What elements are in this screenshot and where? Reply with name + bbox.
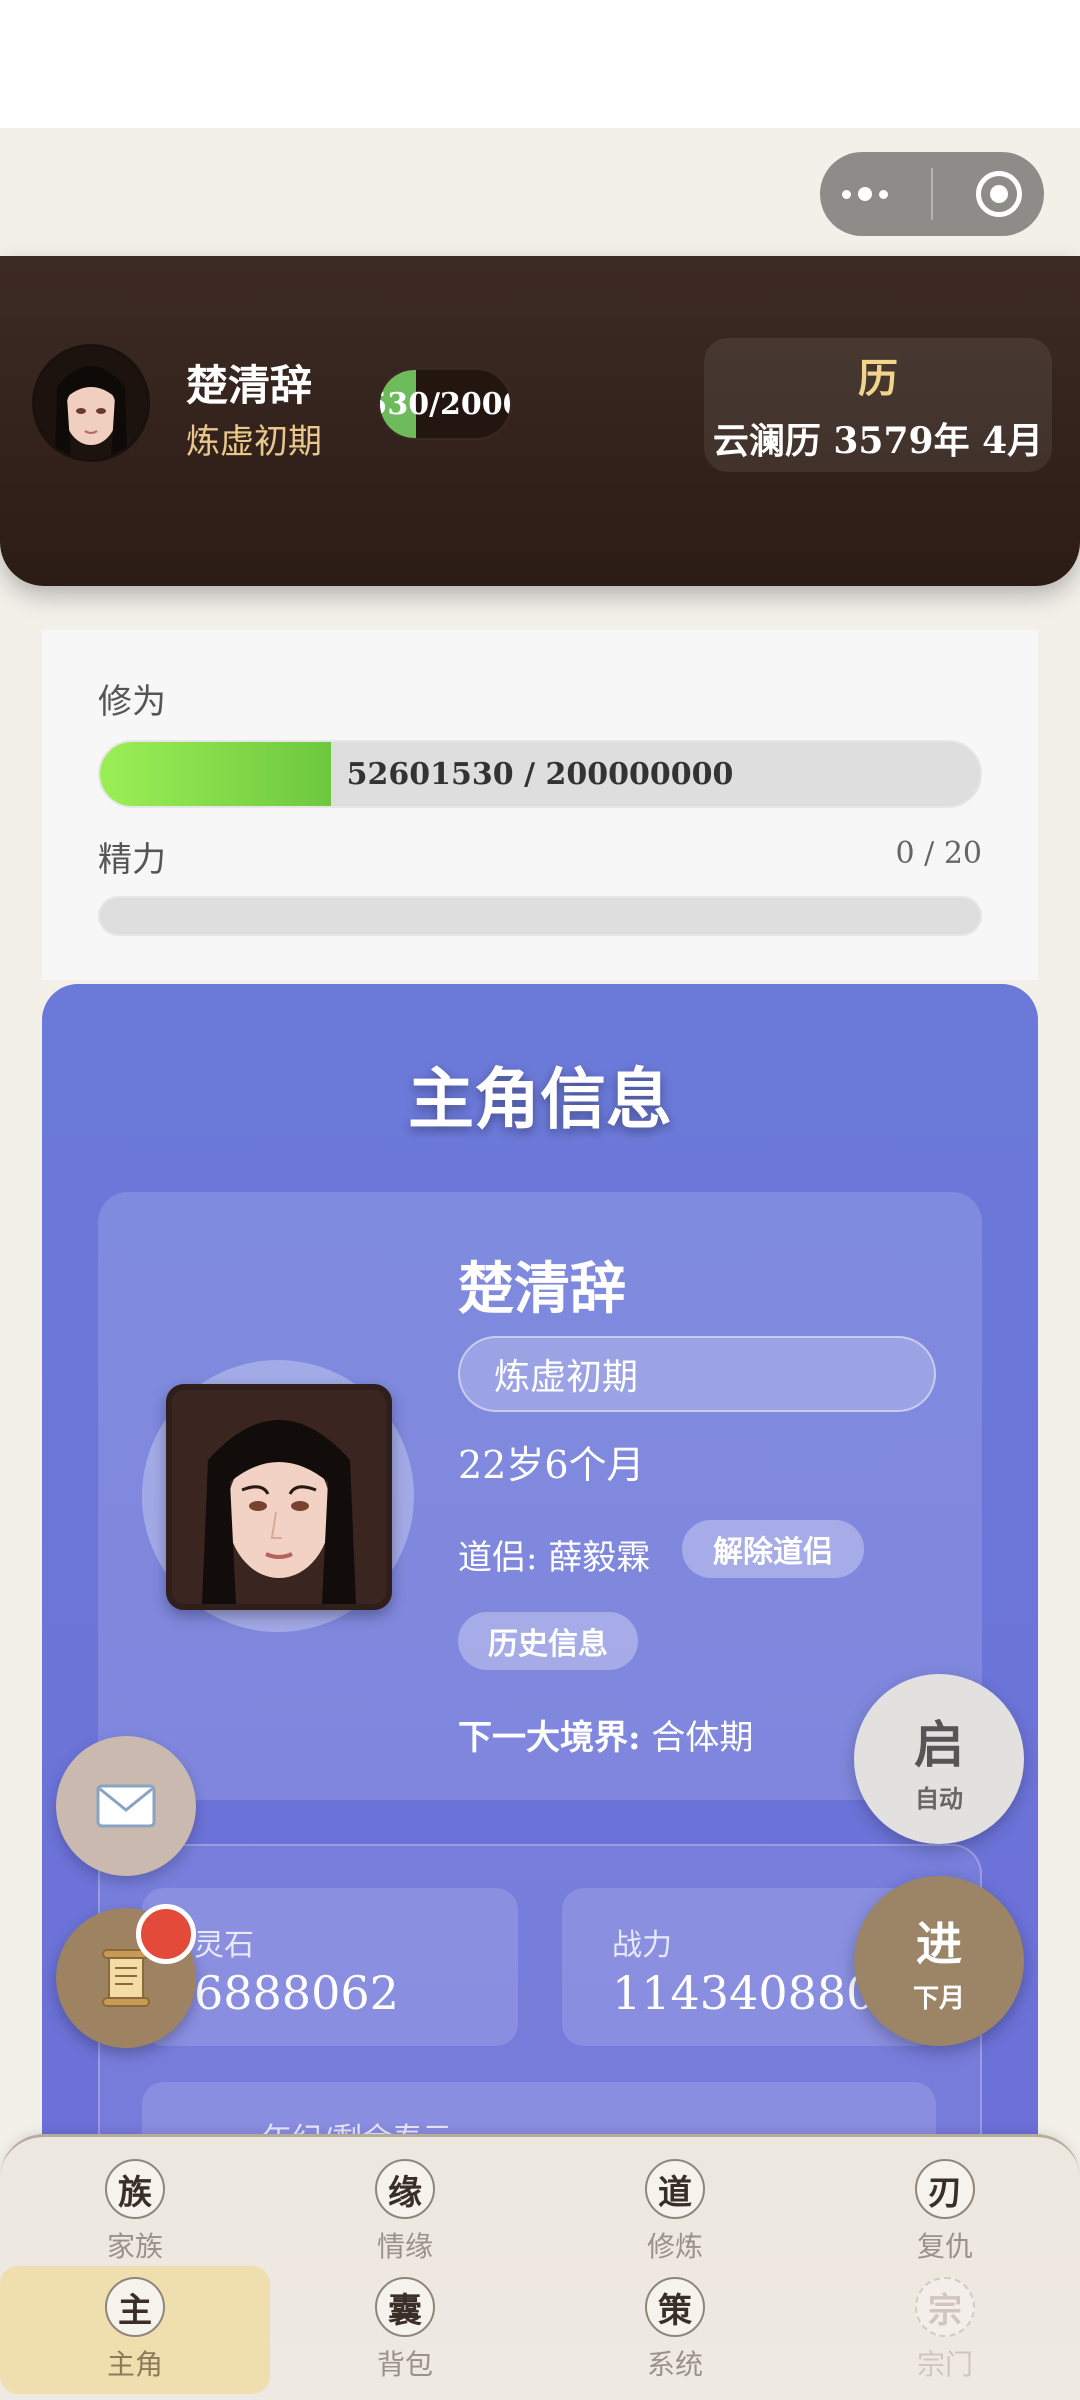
spirit-stone-label: 灵石 [194, 1928, 254, 1963]
family-icon: 族 [105, 2159, 165, 2219]
nav-label: 主角 [106, 2348, 163, 2381]
nav-item-revenge[interactable]: 刃 复仇 [810, 2148, 1080, 2276]
cultivation-bar-text: 52601530 / 200000000 [346, 756, 734, 792]
next-realm-value: 合体期 [651, 1718, 754, 1758]
auto-button-glyph: 启 [914, 1714, 964, 1774]
combat-power-label: 战力 [612, 1928, 672, 1963]
profile-name: 楚清辞 [458, 1256, 626, 1322]
capsule-divider [930, 168, 933, 220]
nav-item-protagonist[interactable]: 主 主角 [0, 2266, 270, 2394]
next-month-label: 下月 [912, 1983, 965, 2014]
close-target-icon[interactable] [976, 171, 1023, 217]
energy-label: 精力 [98, 840, 166, 880]
nav-item-sect[interactable]: 宗 宗门 [810, 2266, 1080, 2394]
sect-icon: 宗 [915, 2277, 975, 2337]
mail-button[interactable] [56, 1736, 196, 1876]
status-bar-area [0, 0, 1080, 128]
profile-age: 22岁6个月 [458, 1443, 645, 1487]
profile-realm-badge: 炼虚初期 [458, 1336, 936, 1412]
avatar[interactable] [32, 344, 150, 462]
energy-value: 0 / 20 [895, 836, 982, 871]
calendar-date: 云澜历 3579年 4月 [712, 420, 1044, 462]
info-title: 主角信息 [408, 1060, 672, 1138]
nav-item-system[interactable]: 策 系统 [540, 2266, 810, 2394]
scroll-icon [102, 1949, 150, 2007]
header-realm: 炼虚初期 [186, 422, 322, 462]
nav-label: 系统 [646, 2348, 703, 2381]
cultivate-icon: 道 [645, 2159, 705, 2219]
notification-badge [136, 1904, 196, 1964]
cultivation-bar: 52601530 / 200000000 [98, 740, 982, 808]
next-realm-label: 下一大境界: [458, 1718, 641, 1758]
next-realm: 下一大境界: 合体期 [458, 1710, 753, 1759]
nav-item-family[interactable]: 族 家族 [0, 2148, 270, 2276]
envelope-icon [96, 1784, 156, 1828]
backpack-icon: 囊 [375, 2277, 435, 2337]
portrait[interactable] [166, 1384, 392, 1610]
cultivation-label: 修为 [98, 682, 166, 722]
header-progress-text: 530/2000 [380, 386, 510, 422]
more-menu-icon[interactable] [841, 187, 888, 201]
protagonist-icon: 主 [105, 2277, 165, 2337]
nav-item-cultivate[interactable]: 道 修炼 [540, 2148, 810, 2276]
nav-label: 家族 [106, 2230, 163, 2263]
revenge-icon: 刃 [915, 2159, 975, 2219]
header-name: 楚清辞 [186, 361, 313, 410]
system-icon: 策 [645, 2277, 705, 2337]
miniprogram-capsule [820, 152, 1044, 236]
header-progress: 530/2000 [378, 368, 512, 440]
spirit-stone-box: 灵石 6888062 [142, 1888, 518, 2046]
calendar-title: 历 [858, 355, 898, 402]
auto-button-label: 自动 [915, 1784, 963, 1813]
energy-bar [98, 896, 982, 936]
history-info-button[interactable]: 历史信息 [458, 1612, 638, 1670]
next-month-glyph: 进 [916, 1916, 962, 1971]
next-month-button[interactable]: 进 下月 [854, 1876, 1024, 2046]
nav-item-backpack[interactable]: 囊 背包 [270, 2266, 540, 2394]
auto-button[interactable]: 启 自动 [854, 1674, 1024, 1844]
profile-partner: 道侣: 薛毅霖 [458, 1538, 651, 1578]
nav-label: 情缘 [376, 2230, 433, 2263]
romance-icon: 缘 [375, 2159, 435, 2219]
spirit-stone-value: 6888062 [194, 1966, 399, 2020]
calendar-panel[interactable]: 历 云澜历 3579年 4月 [704, 338, 1052, 472]
nav-label: 宗门 [916, 2348, 973, 2381]
nav-item-romance[interactable]: 缘 情缘 [270, 2148, 540, 2276]
dissolve-partner-button[interactable]: 解除道侣 [682, 1520, 864, 1578]
cultivation-panel: 修为 52601530 / 200000000 精力 0 / 20 [42, 630, 1038, 980]
nav-label: 背包 [376, 2348, 433, 2381]
nav-label: 复仇 [916, 2230, 973, 2263]
nav-label: 修炼 [646, 2230, 703, 2263]
